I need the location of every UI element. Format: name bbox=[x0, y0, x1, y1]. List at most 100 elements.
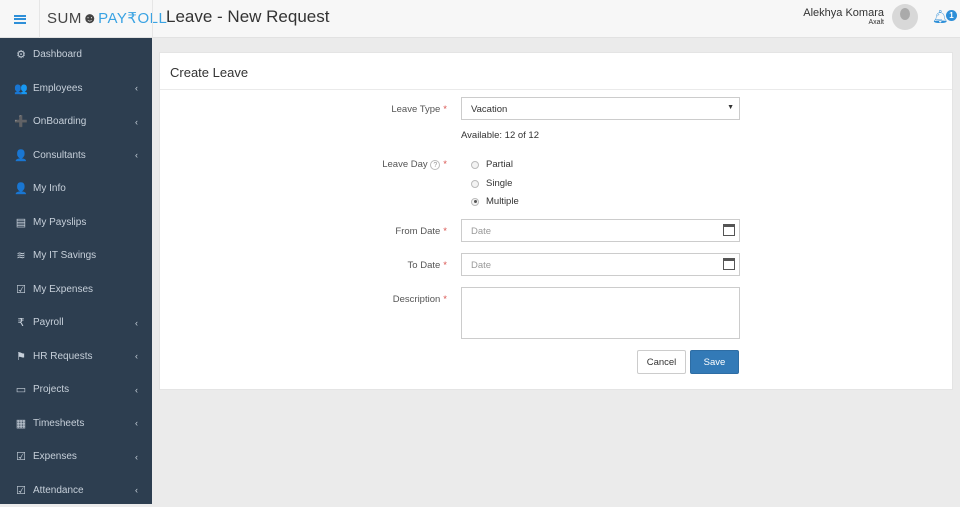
cancel-button[interactable]: Cancel bbox=[637, 350, 686, 374]
calendar-icon[interactable] bbox=[723, 224, 735, 236]
sidebar-item-label: Attendance bbox=[33, 485, 84, 496]
chevron-left-icon: ‹ bbox=[135, 418, 138, 428]
hamburger-icon bbox=[14, 13, 26, 25]
timesheets-icon: ▦ bbox=[12, 417, 30, 430]
sidebar-item-employees[interactable]: 👥Employees‹ bbox=[0, 72, 152, 106]
my-it-savings-icon: ≋ bbox=[12, 249, 30, 262]
leave-type-select[interactable]: Vacation▼ bbox=[461, 97, 740, 120]
avatar[interactable] bbox=[892, 4, 918, 30]
sidebar-item-label: Projects bbox=[33, 384, 69, 395]
sidebar-item-label: Dashboard bbox=[33, 49, 82, 60]
sidebar-item-label: Payroll bbox=[33, 317, 64, 328]
projects-icon: ▭ bbox=[12, 383, 30, 396]
help-icon[interactable]: ? bbox=[430, 160, 440, 170]
radio-partial[interactable]: Partial bbox=[471, 159, 513, 170]
user-menu[interactable]: Alekhya Komara Axalt bbox=[803, 7, 884, 26]
required-mark: * bbox=[443, 104, 447, 115]
my-info-icon: 👤 bbox=[12, 182, 30, 195]
label-text: Leave Day bbox=[382, 159, 427, 170]
chevron-left-icon: ‹ bbox=[135, 385, 138, 395]
from-date-label: From Date* bbox=[395, 226, 447, 237]
expenses-icon: ☑ bbox=[12, 450, 30, 463]
sidebar-item-label: Consultants bbox=[33, 150, 86, 161]
leave-type-label: Leave Type* bbox=[391, 104, 447, 115]
chevron-left-icon: ‹ bbox=[135, 83, 138, 93]
sidebar-item-label: HR Requests bbox=[33, 351, 92, 362]
radio-label: Partial bbox=[486, 159, 513, 170]
dashboard-icon: ⚙ bbox=[12, 48, 30, 61]
payroll-icon: ₹ bbox=[12, 316, 30, 329]
chevron-left-icon: ‹ bbox=[135, 452, 138, 462]
sidebar-item-label: OnBoarding bbox=[33, 116, 86, 127]
radio-label: Single bbox=[486, 178, 512, 189]
sidebar-item-label: My Info bbox=[33, 183, 66, 194]
calendar-icon[interactable] bbox=[723, 258, 735, 270]
from-date-input[interactable]: Date bbox=[461, 219, 740, 242]
chevron-left-icon: ‹ bbox=[135, 117, 138, 127]
leave-day-label: Leave Day ?* bbox=[382, 159, 447, 170]
my-payslips-icon: ▤ bbox=[12, 216, 30, 229]
logo[interactable]: SUM☻PAY₹OLL bbox=[47, 9, 167, 27]
hr-requests-icon: ⚑ bbox=[12, 350, 30, 363]
radio-multiple[interactable]: Multiple bbox=[471, 196, 519, 207]
description-textarea[interactable] bbox=[461, 287, 740, 339]
notification-badge: 1 bbox=[946, 10, 957, 21]
sidebar-item-payroll[interactable]: ₹Payroll ‹ bbox=[0, 306, 152, 340]
top-header: SUM☻PAY₹OLL Leave - New Request Alekhya … bbox=[0, 0, 960, 38]
radio-label: Multiple bbox=[486, 196, 519, 207]
radio-circle bbox=[471, 180, 479, 188]
sidebar-item-label: My Payslips bbox=[33, 217, 86, 228]
divider bbox=[152, 0, 153, 38]
radio-circle bbox=[471, 161, 479, 169]
description-label: Description* bbox=[393, 294, 447, 305]
sidebar-item-attendance[interactable]: ☑Attendance ‹ bbox=[0, 474, 152, 507]
sidebar-item-label: My IT Savings bbox=[33, 250, 96, 261]
to-date-label: To Date* bbox=[408, 260, 447, 271]
radio-single[interactable]: Single bbox=[471, 178, 512, 189]
sidebar-item-label: Timesheets bbox=[33, 418, 84, 429]
chevron-left-icon: ‹ bbox=[135, 318, 138, 328]
required-mark: * bbox=[443, 159, 447, 170]
chevron-left-icon: ‹ bbox=[135, 351, 138, 361]
attendance-icon: ☑ bbox=[12, 484, 30, 497]
label-text: Leave Type bbox=[391, 104, 440, 115]
page-title: Leave - New Request bbox=[166, 7, 329, 27]
sidebar-item-consultants[interactable]: 👤Consultants ‹ bbox=[0, 139, 152, 173]
sidebar-item-projects[interactable]: ▭Projects ‹ bbox=[0, 373, 152, 407]
save-button[interactable]: Save bbox=[690, 350, 739, 374]
sidebar-item-label: My Expenses bbox=[33, 284, 93, 295]
placeholder: Date bbox=[471, 226, 491, 237]
menu-toggle-button[interactable] bbox=[0, 0, 40, 38]
sidebar-item-hr-requests[interactable]: ⚑HR Requests ‹ bbox=[0, 340, 152, 374]
select-value: Vacation bbox=[471, 104, 507, 115]
available-balance: Available: 12 of 12 bbox=[461, 130, 539, 141]
radio-circle-checked bbox=[471, 198, 479, 206]
required-mark: * bbox=[443, 294, 447, 305]
sidebar-item-my-it-savings[interactable]: ≋My IT Savings bbox=[0, 239, 152, 273]
consultants-icon: 👤 bbox=[12, 149, 30, 162]
sidebar-item-onboarding[interactable]: ➕OnBoarding ‹ bbox=[0, 105, 152, 139]
label-text: Description bbox=[393, 294, 441, 305]
sidebar-item-label: Expenses bbox=[33, 451, 77, 462]
sidebar-item-timesheets[interactable]: ▦Timesheets ‹ bbox=[0, 407, 152, 441]
chevron-left-icon: ‹ bbox=[135, 485, 138, 495]
my-expenses-icon: ☑ bbox=[12, 283, 30, 296]
sidebar-item-expenses[interactable]: ☑Expenses ‹ bbox=[0, 440, 152, 474]
sidebar-item-my-expenses[interactable]: ☑My Expenses bbox=[0, 273, 152, 307]
sidebar-item-dashboard[interactable]: ⚙Dashboard bbox=[0, 38, 152, 72]
card-title: Create Leave bbox=[160, 53, 952, 90]
sidebar-item-label: Employees bbox=[33, 83, 82, 94]
to-date-input[interactable]: Date bbox=[461, 253, 740, 276]
required-mark: * bbox=[443, 260, 447, 271]
chevron-left-icon: ‹ bbox=[135, 150, 138, 160]
user-name: Alekhya Komara bbox=[803, 7, 884, 19]
sidebar-item-my-payslips[interactable]: ▤My Payslips bbox=[0, 206, 152, 240]
label-text: To Date bbox=[408, 260, 441, 271]
create-leave-card: Create Leave Leave Type* Vacation▼ Avail… bbox=[159, 52, 953, 390]
company-name: Axalt bbox=[803, 19, 884, 26]
sidebar: ⚙Dashboard👥Employees‹➕OnBoarding‹👤Consul… bbox=[0, 38, 152, 504]
required-mark: * bbox=[443, 226, 447, 237]
onboarding-icon: ➕ bbox=[12, 115, 30, 128]
sidebar-item-my-info[interactable]: 👤My Info bbox=[0, 172, 152, 206]
label-text: From Date bbox=[395, 226, 440, 237]
